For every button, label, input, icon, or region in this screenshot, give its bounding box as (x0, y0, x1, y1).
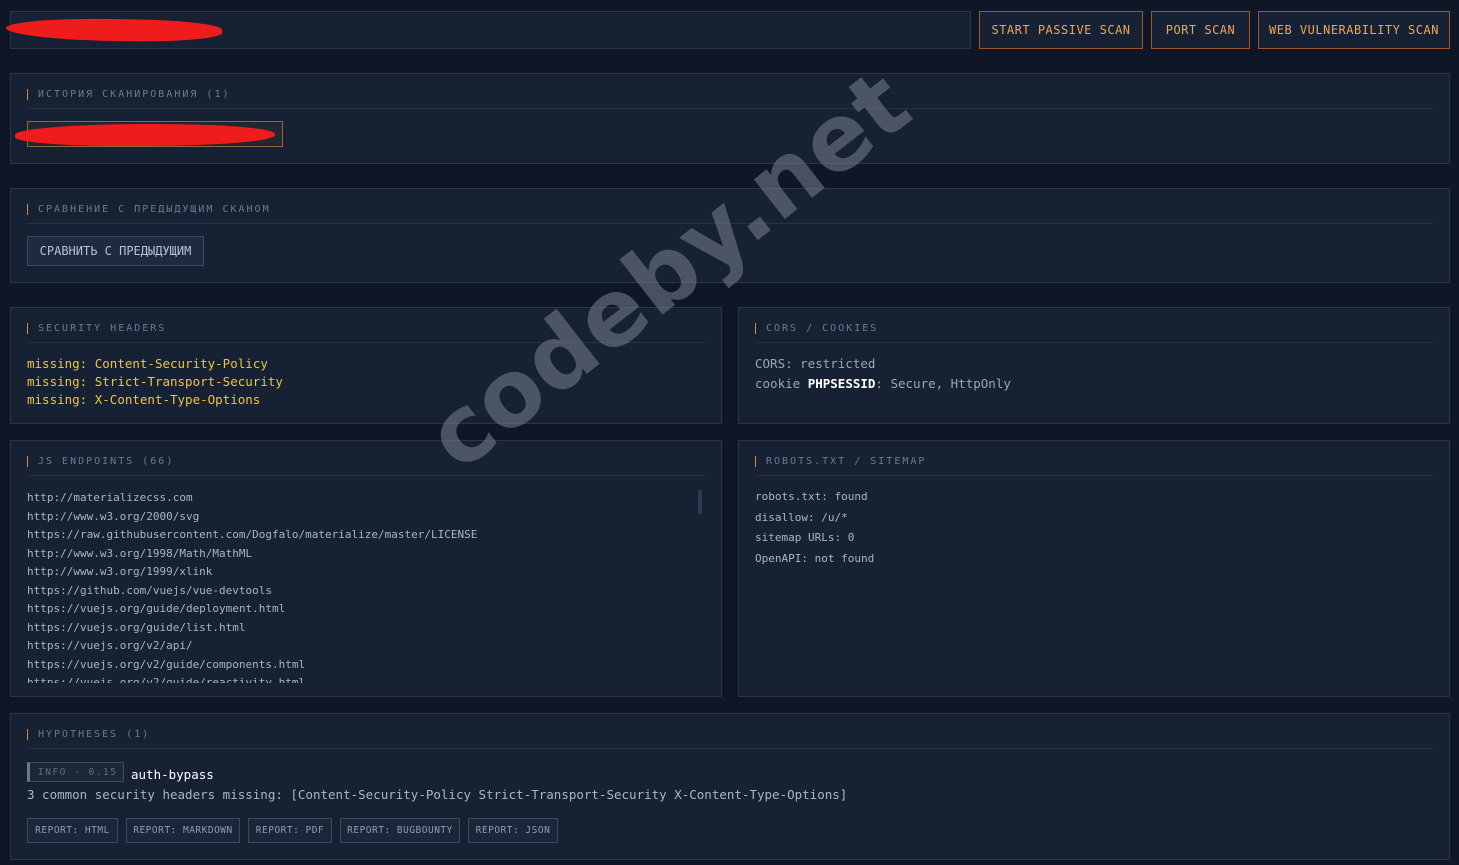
list-item: https://raw.githubusercontent.com/Dogfal… (27, 528, 478, 541)
scan-history-panel: ИСТОРИЯ СКАНИРОВАНИЯ (1) (10, 73, 1450, 164)
robots-line: OpenAPI: not found (755, 552, 875, 565)
robots-line: robots.txt: found (755, 490, 868, 503)
port-scan-button[interactable]: PORT SCAN (1151, 11, 1250, 49)
divider (27, 475, 705, 476)
robots-line: disallow: /u/* (755, 511, 848, 524)
compare-previous-button[interactable]: СРАВНИТЬ С ПРЕДЫДУЩИМ (27, 236, 204, 266)
endpoint-list[interactable]: http://materializecss.com http://www.w3.… (27, 489, 705, 683)
list-item: https://vuejs.org/v2/guide/reactivity.ht… (27, 676, 306, 683)
top-bar: START PASSIVE SCAN PORT SCAN WEB VULNERA… (5, 11, 1450, 49)
report-html-button[interactable]: REPORT: HTML (27, 818, 118, 843)
divider (27, 223, 1433, 224)
scrollbar-thumb[interactable] (698, 490, 702, 514)
history-item[interactable] (15, 121, 283, 147)
divider (27, 342, 705, 343)
robots-sitemap-panel: ROBOTS.TXT / SITEMAP robots.txt: found d… (738, 440, 1450, 697)
divider (27, 108, 1433, 109)
divider (755, 475, 1433, 476)
list-item: http://www.w3.org/1999/xlink (27, 565, 213, 578)
cookie-line: cookie PHPSESSID: Secure, HttpOnly (755, 376, 1011, 391)
cookie-name: PHPSESSID (807, 376, 876, 391)
report-pdf-button[interactable]: REPORT: PDF (248, 818, 332, 843)
list-item: http://www.w3.org/2000/svg (27, 509, 200, 523)
report-bugbounty-button[interactable]: REPORT: BUGBOUNTY (340, 818, 460, 843)
compare-panel: СРАВНЕНИЕ С ПРЕДЫДУЩИМ СКАНОМ СРАВНИТЬ С… (10, 188, 1450, 283)
missing-header-line: missing: Strict-Transport-Security (27, 374, 283, 389)
hypotheses-title: HYPOTHESES (1) (27, 729, 1433, 740)
list-item: https://github.com/vuejs/vue-devtools (27, 583, 273, 597)
list-item: http://www.w3.org/1998/Math/MathML (27, 546, 253, 560)
scan-history-title: ИСТОРИЯ СКАНИРОВАНИЯ (1) (27, 89, 1433, 100)
list-item: https://vuejs.org/guide/deployment.html (27, 602, 286, 615)
redaction-mark (15, 124, 275, 146)
divider (755, 342, 1433, 343)
missing-header-line: missing: Content-Security-Policy (27, 356, 268, 371)
list-item: https://vuejs.org/guide/list.html (27, 620, 246, 634)
web-vulnerability-scan-button[interactable]: WEB VULNERABILITY SCAN (1258, 11, 1450, 49)
security-headers-title: SECURITY HEADERS (27, 323, 705, 334)
list-item: https://vuejs.org/v2/api/ (27, 639, 193, 652)
list-item: https://vuejs.org/v2/guide/components.ht… (27, 657, 306, 671)
report-json-button[interactable]: REPORT: JSON (468, 818, 558, 843)
hypotheses-panel: HYPOTHESES (1) INFO · 0.15 auth-bypass 3… (10, 713, 1450, 860)
report-markdown-button[interactable]: REPORT: MARKDOWN (126, 818, 240, 843)
js-endpoints-panel: JS ENDPOINTS (66) http://materializecss.… (10, 440, 722, 697)
js-endpoints-title: JS ENDPOINTS (66) (27, 456, 705, 467)
robots-line: sitemap URLs: 0 (755, 531, 855, 544)
cors-status: CORS: restricted (755, 356, 876, 371)
start-passive-scan-button[interactable]: START PASSIVE SCAN (979, 11, 1143, 49)
robots-sitemap-title: ROBOTS.TXT / SITEMAP (755, 456, 1433, 467)
severity-badge: INFO · 0.15 (27, 762, 124, 782)
cors-cookies-title: CORS / COOKIES (755, 323, 1433, 334)
cors-cookies-panel: CORS / COOKIES CORS: restricted cookie P… (738, 307, 1450, 424)
divider (27, 748, 1433, 749)
compare-title: СРАВНЕНИЕ С ПРЕДЫДУЩИМ СКАНОМ (27, 204, 1433, 215)
missing-header-line: missing: X-Content-Type-Options (27, 392, 261, 407)
security-headers-panel: SECURITY HEADERS missing: Content-Securi… (10, 307, 722, 424)
hypothesis-name: auth-bypass (131, 767, 214, 782)
list-item: http://materializecss.com (27, 491, 193, 504)
hypothesis-description: 3 common security headers missing: [Cont… (27, 787, 848, 802)
